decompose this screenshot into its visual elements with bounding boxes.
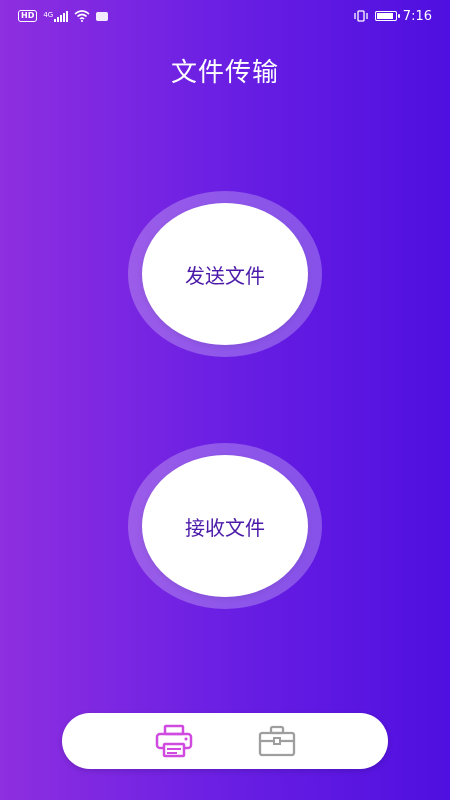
page-title: 文件传输 (170, 58, 279, 88)
vibrate-icon (354, 10, 368, 22)
nav-item-toolbox[interactable] (253, 717, 301, 765)
receive-file-inner[interactable]: 接收文件 (142, 455, 308, 597)
wifi-icon (74, 10, 90, 22)
send-file-inner[interactable]: 发送文件 (142, 203, 308, 345)
battery-icon (374, 11, 400, 21)
signal-icon: 4G (43, 10, 69, 22)
toolbox-icon (258, 725, 295, 757)
hd-badge: HD (18, 10, 38, 22)
receive-file-label: 接收文件 (185, 515, 265, 540)
notification-icon (96, 11, 109, 21)
status-right: 7:16 (353, 9, 432, 24)
send-file-button[interactable]: 发送文件 (128, 191, 322, 357)
receive-file-button[interactable]: 接收文件 (128, 443, 322, 609)
status-left: HD 4G (18, 10, 109, 22)
status-bar: HD 4G 7:16 (0, 0, 450, 32)
printer-icon (155, 724, 192, 758)
bottom-nav (62, 713, 388, 769)
send-file-label: 发送文件 (185, 263, 265, 288)
clock: 7:16 (402, 8, 432, 24)
nav-item-transfer[interactable] (150, 717, 198, 765)
network-type: 4G (43, 10, 54, 19)
